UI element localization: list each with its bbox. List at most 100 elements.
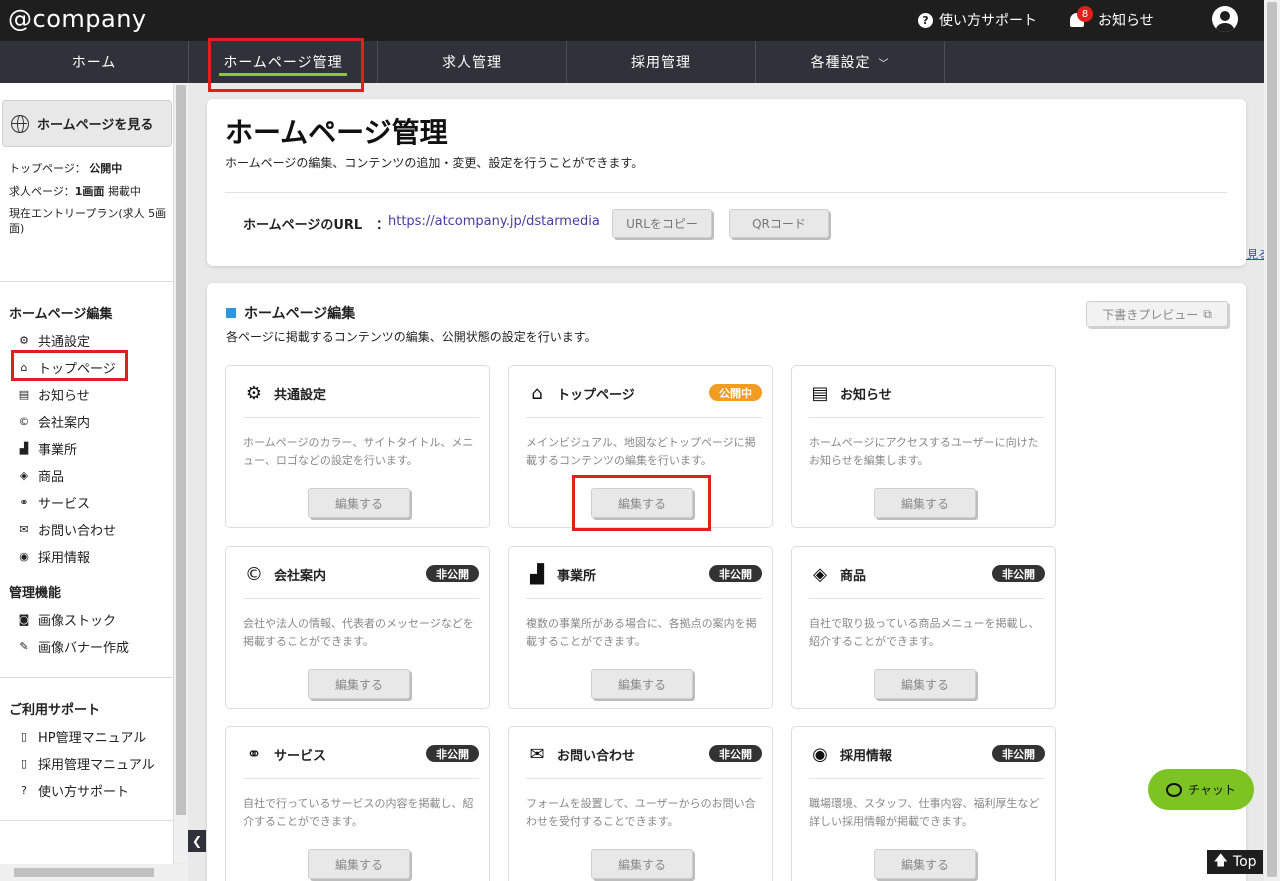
status-badge: 非公開 [709, 565, 762, 582]
external-link-icon: ⧉ [1203, 306, 1212, 321]
edit-button[interactable]: 編集する [874, 669, 976, 699]
globe-icon [11, 114, 29, 133]
tab-home[interactable]: ホーム [0, 41, 189, 83]
sidebar-item-offices[interactable]: ▟ 事業所 [17, 439, 77, 458]
copy-url-button[interactable]: URLをコピー [612, 209, 712, 238]
status-badge: 非公開 [426, 745, 479, 762]
page-description: ホームページの編集、コンテンツの追加・変更、設定を行うことができます。 [225, 156, 644, 170]
status-badge: 非公開 [709, 745, 762, 762]
tab-settings[interactable]: 各種設定 ﹀ [756, 41, 945, 83]
top-page-status: トップページ： 公開中 [9, 162, 123, 175]
tab-recruitment-management[interactable]: 採用管理 [567, 41, 756, 83]
tile-company-info: © 会社案内 非公開 会社や法人の情報、代表者のメッセージなどを掲載することがで… [225, 546, 490, 709]
sidebar-heading-admin: 管理機能 [9, 586, 62, 601]
chat-button[interactable]: チャット [1148, 769, 1254, 810]
tile-recruitment-info: ◉ 採用情報 非公開 職場環境、スタッフ、仕事内容、福利厚生など詳しい採用情報が… [791, 726, 1056, 881]
sidebar-item-recruitment-info[interactable]: ◉ 採用情報 [17, 547, 90, 566]
homepage-url-value[interactable]: https://atcompany.jp/dstarmedia [388, 214, 600, 229]
notice-link[interactable]: 8 お知らせ [1069, 6, 1154, 30]
chevron-left-icon: ❮ [191, 834, 203, 848]
user-circle-icon: ◉ [19, 550, 29, 563]
bell-icon: 8 [1069, 6, 1093, 29]
notice-label: お知らせ [1098, 13, 1154, 29]
camera-icon: ◙ [18, 613, 30, 626]
news-icon: ▤ [811, 383, 829, 404]
section-title: ホームページ編集 [226, 303, 355, 323]
copyright-icon: © [18, 415, 30, 428]
sidebar-item-recruit-manual[interactable]: ▯ 採用管理マニュアル [17, 754, 155, 773]
section-description: 各ページに掲載するコンテンツの編集、公開状態の設定を行います。 [226, 330, 597, 344]
status-badge: 非公開 [992, 565, 1045, 582]
tile-common-settings: ⚙ 共通設定 ホームページのカラー、サイトタイトル、メニュー、ロゴなどの設定を行… [225, 365, 490, 528]
help-icon: ? [918, 12, 933, 28]
current-plan: 現在エントリープラン(求人 5画面) [9, 207, 167, 235]
copyright-icon: © [245, 564, 263, 585]
sidebar-heading-hp-edit: ホームページ編集 [9, 307, 113, 322]
homepage-url-label: ホームページのURL [243, 218, 363, 233]
edit-button[interactable]: 編集する [591, 669, 693, 699]
sidebar-item-company-info[interactable]: © 会社案内 [17, 412, 91, 431]
edit-button[interactable]: 編集する [591, 849, 693, 879]
sidebar-item-products[interactable]: ◈ 商品 [17, 466, 64, 485]
sidebar-item-common-settings[interactable]: ⚙ 共通設定 [17, 331, 90, 350]
gear-icon: ⚙ [245, 383, 263, 404]
main-nav: ホーム ホームページ管理 求人管理 採用管理 各種設定 ﹀ [0, 41, 1264, 83]
notice-count-badge: 8 [1077, 6, 1093, 22]
company-logo[interactable]: @company [8, 5, 147, 33]
sidebar-item-banner-creation[interactable]: ✎ 画像バナー作成 [17, 637, 129, 656]
user-avatar-icon[interactable] [1212, 6, 1238, 32]
back-to-top-button[interactable]: 🡅 Top [1207, 850, 1263, 874]
highlight-box-sidebar [11, 350, 128, 381]
handshake-icon: ⚭ [246, 744, 262, 765]
tile-products: ◈ 商品 非公開 自社で取り扱っている商品メニューを掲載し、紹介することができま… [791, 546, 1056, 709]
tab-job-management[interactable]: 求人管理 [378, 41, 567, 83]
sidebar-item-hp-manual[interactable]: ▯ HP管理マニュアル [17, 727, 146, 746]
envelope-icon: ✉ [19, 523, 29, 536]
edit-button[interactable]: 編集する [874, 488, 976, 518]
draft-preview-button[interactable]: 下書きプレビュー ⧉ [1086, 301, 1228, 327]
page-scrollbar[interactable] [1264, 0, 1280, 881]
tile-services: ⚭ サービス 非公開 自社で行っているサービスの内容を掲載し、紹介することができ… [225, 726, 490, 881]
job-pages-status: 求人ページ：1画面 掲載中 [9, 185, 141, 198]
box-icon: ◈ [19, 469, 29, 482]
sidebar-scrollbar[interactable] [174, 83, 188, 863]
pdf-icon: ▯ [20, 757, 28, 770]
highlight-box-edit-button [572, 475, 711, 531]
view-homepage-button[interactable]: ホームページを見る [2, 100, 172, 147]
tile-contact: ✉ お問い合わせ 非公開 フォームを設置して、ユーザーからのお問い合わせを受付す… [508, 726, 773, 881]
chevron-down-icon: ﹀ [878, 58, 890, 70]
help-support-label: 使い方サポート [939, 13, 1037, 29]
gear-icon: ⚙ [19, 334, 29, 347]
sidebar-collapse-button[interactable]: ❮ [188, 830, 206, 852]
pdf-icon: ▯ [20, 730, 28, 743]
factory-icon: ▟ [530, 564, 544, 585]
sidebar-item-help-support[interactable]: ? 使い方サポート [17, 781, 129, 800]
sidebar-item-news[interactable]: ▤ お知らせ [17, 385, 90, 404]
edit-button[interactable]: 編集する [308, 669, 410, 699]
arrow-up-icon: 🡅 [1213, 853, 1228, 869]
sidebar-item-image-stock[interactable]: ◙ 画像ストック [17, 610, 116, 629]
qr-code-button[interactable]: QRコード [729, 209, 829, 238]
help-support-link[interactable]: ? 使い方サポート [918, 10, 1037, 30]
sidebar-heading-support: ご利用サポート [9, 703, 101, 718]
status-badge: 非公開 [992, 745, 1045, 762]
news-icon: ▤ [18, 388, 30, 401]
sidebar-item-services[interactable]: ⚭ サービス [17, 493, 90, 512]
page-title: ホームページ管理 [225, 116, 448, 149]
home-icon: ⌂ [531, 383, 543, 404]
sidebar-item-contact[interactable]: ✉ お問い合わせ [17, 520, 116, 539]
highlight-box-nav [208, 38, 364, 92]
sidebar-horizontal-scrollbar[interactable] [0, 864, 188, 881]
chat-bubble-icon [1166, 782, 1183, 797]
pencil-icon: ✎ [19, 640, 29, 653]
handshake-icon: ⚭ [19, 496, 29, 509]
status-badge: 公開中 [709, 384, 762, 401]
section-marker [226, 308, 236, 318]
factory-icon: ▟ [19, 442, 29, 455]
tile-news: ▤ お知らせ ホームページにアクセスするユーザーに向けたお知らせを編集します。 … [791, 365, 1056, 528]
edit-button[interactable]: 編集する [308, 488, 410, 518]
tile-offices: ▟ 事業所 非公開 複数の事業所がある場合に、各拠点の案内を掲載することができま… [508, 546, 773, 709]
help-icon: ? [21, 784, 27, 797]
edit-button[interactable]: 編集する [874, 849, 976, 879]
edit-button[interactable]: 編集する [308, 849, 410, 879]
